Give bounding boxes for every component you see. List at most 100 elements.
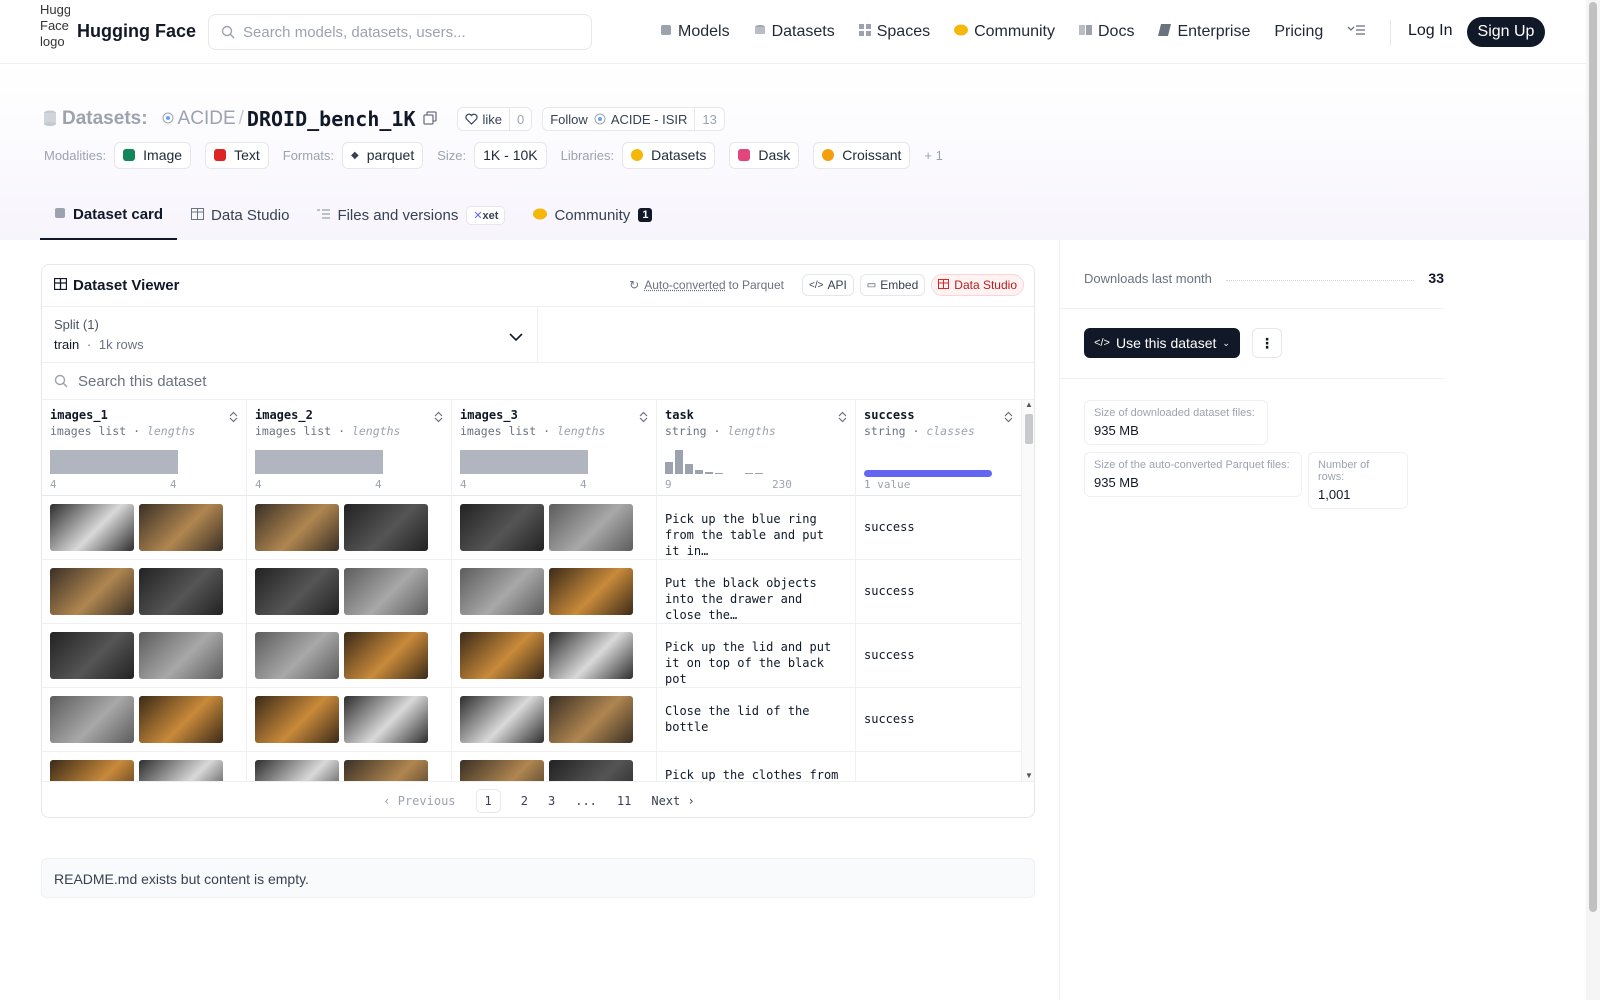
column-header[interactable]: images_2 images list · lengths 4 4 — [247, 400, 451, 496]
page-scrollbar-thumb[interactable] — [1589, 2, 1597, 912]
sort-icon[interactable] — [1004, 410, 1013, 426]
nav-pricing[interactable]: Pricing — [1274, 23, 1323, 41]
image-thumbnail[interactable] — [255, 696, 339, 743]
tab-dataset-card[interactable]: Dataset card — [40, 190, 178, 240]
page-button-11[interactable]: 11 — [617, 794, 631, 808]
more-options-button[interactable]: ⋮ — [1252, 328, 1282, 358]
image-thumbnail[interactable] — [344, 760, 428, 782]
image-thumbnail[interactable] — [549, 760, 633, 782]
image-thumbnail[interactable] — [139, 760, 223, 782]
tab-data-studio[interactable]: Data Studio — [177, 190, 303, 240]
next-page-button[interactable]: Next › — [651, 794, 694, 808]
histogram-bin[interactable] — [675, 450, 683, 474]
nav-models[interactable]: Models — [660, 23, 730, 41]
image-thumbnail[interactable] — [460, 568, 544, 615]
table-cell[interactable]: success — [856, 624, 1021, 688]
histogram-bin[interactable] — [685, 464, 693, 474]
table-cell[interactable]: Pick up the lid and put it on top of the… — [657, 624, 855, 688]
login-link[interactable]: Log In — [1408, 22, 1452, 40]
column-header[interactable]: task string · lengths 9 230 — [657, 400, 855, 496]
page-button-2[interactable]: 2 — [521, 794, 528, 808]
image-thumbnail[interactable] — [139, 504, 223, 551]
tag-image[interactable]: Image — [114, 141, 192, 169]
image-thumbnail[interactable] — [344, 696, 428, 743]
datasets-label[interactable]: Datasets: — [62, 108, 148, 130]
page-scrollbar[interactable] — [1586, 0, 1600, 1000]
image-thumbnail[interactable] — [50, 568, 134, 615]
image-thumbnail[interactable] — [50, 504, 134, 551]
histogram-bin[interactable] — [695, 470, 703, 474]
image-thumbnail[interactable] — [549, 568, 633, 615]
table-cell[interactable] — [247, 688, 451, 752]
table-cell[interactable] — [42, 560, 246, 624]
copy-icon[interactable] — [423, 110, 438, 128]
table-cell[interactable] — [42, 624, 246, 688]
table-scrollbar[interactable]: ▲ ▼ — [1022, 400, 1034, 782]
api-button[interactable]: </> API — [801, 274, 854, 296]
nav-community[interactable]: Community — [954, 23, 1055, 41]
table-cell[interactable] — [452, 624, 656, 688]
auto-converted-note[interactable]: ↻ Auto-converted to Parquet — [629, 278, 784, 292]
table-cell[interactable]: success — [856, 688, 1021, 752]
split-selector[interactable]: Split (1) train · 1k rows — [42, 307, 538, 363]
tag-text[interactable]: Text — [205, 141, 269, 169]
tag-croissant[interactable]: Croissant — [813, 141, 911, 169]
image-thumbnail[interactable] — [460, 696, 544, 743]
previous-page-button[interactable]: ‹ Previous — [383, 794, 455, 808]
image-thumbnail[interactable] — [344, 568, 428, 615]
sort-icon[interactable] — [639, 410, 648, 426]
table-cell[interactable] — [247, 560, 451, 624]
global-search-input[interactable]: Search models, datasets, users... — [208, 14, 592, 50]
image-thumbnail[interactable] — [50, 632, 134, 679]
tag-dask[interactable]: Dask — [729, 141, 800, 169]
table-cell[interactable] — [452, 496, 656, 560]
image-thumbnail[interactable] — [255, 632, 339, 679]
nav-docs[interactable]: Docs — [1079, 23, 1134, 41]
tab-files[interactable]: Files and versions ✕xet — [303, 190, 519, 240]
data-studio-button[interactable]: Data Studio — [931, 274, 1024, 296]
image-thumbnail[interactable] — [255, 504, 339, 551]
image-thumbnail[interactable] — [549, 632, 633, 679]
auto-converted-link[interactable]: Auto-converted — [644, 278, 725, 292]
dataset-search-input[interactable]: Search this dataset — [42, 363, 1034, 400]
sort-icon[interactable] — [434, 410, 443, 426]
table-cell[interactable]: Close the lid of the bottle — [657, 688, 855, 752]
image-thumbnail[interactable] — [460, 504, 544, 551]
image-thumbnail[interactable] — [139, 696, 223, 743]
nav-enterprise[interactable]: Enterprise — [1158, 23, 1250, 41]
tag-parquet[interactable]: ◆ parquet — [342, 141, 424, 169]
nav-more-menu[interactable] — [1347, 23, 1366, 41]
image-thumbnail[interactable] — [344, 504, 428, 551]
brand-name[interactable]: Hugging Face — [77, 21, 196, 42]
follow-button[interactable]: Follow ACIDE - ISIR 13 — [542, 107, 725, 131]
table-cell[interactable] — [452, 688, 656, 752]
hugging-face-logo[interactable]: Hugging Face logo — [40, 2, 70, 62]
tag-size[interactable]: 1K - 10K — [474, 141, 547, 169]
histogram-bin[interactable] — [665, 462, 673, 474]
use-dataset-button[interactable]: </> Use this dataset ⌄ — [1084, 328, 1240, 358]
embed-button[interactable]: ▭ Embed — [859, 274, 926, 296]
histogram-bin[interactable] — [705, 472, 713, 474]
signup-button[interactable]: Sign Up — [1467, 17, 1545, 47]
image-thumbnail[interactable] — [460, 760, 544, 782]
column-header[interactable]: success string · classes 1 value — [856, 400, 1021, 496]
sort-icon[interactable] — [838, 410, 847, 426]
scroll-down-icon[interactable]: ▼ — [1025, 771, 1033, 780]
table-cell[interactable] — [247, 496, 451, 560]
table-cell[interactable]: success — [856, 496, 1021, 560]
nav-datasets[interactable]: Datasets — [754, 23, 835, 41]
histogram-bar[interactable] — [50, 450, 178, 474]
histogram-bar[interactable] — [460, 450, 588, 474]
image-thumbnail[interactable] — [255, 760, 339, 782]
class-bar[interactable] — [864, 470, 992, 477]
table-cell[interactable] — [856, 752, 1021, 782]
scroll-up-icon[interactable]: ▲ — [1025, 400, 1033, 409]
image-thumbnail[interactable] — [139, 568, 223, 615]
histogram-bin[interactable] — [745, 473, 753, 474]
image-thumbnail[interactable] — [50, 760, 134, 782]
histogram-bin[interactable] — [715, 473, 723, 474]
table-cell[interactable] — [42, 752, 246, 782]
column-header[interactable]: images_3 images list · lengths 4 4 — [452, 400, 656, 496]
tag-datasets-lib[interactable]: Datasets — [622, 141, 716, 169]
image-thumbnail[interactable] — [255, 568, 339, 615]
